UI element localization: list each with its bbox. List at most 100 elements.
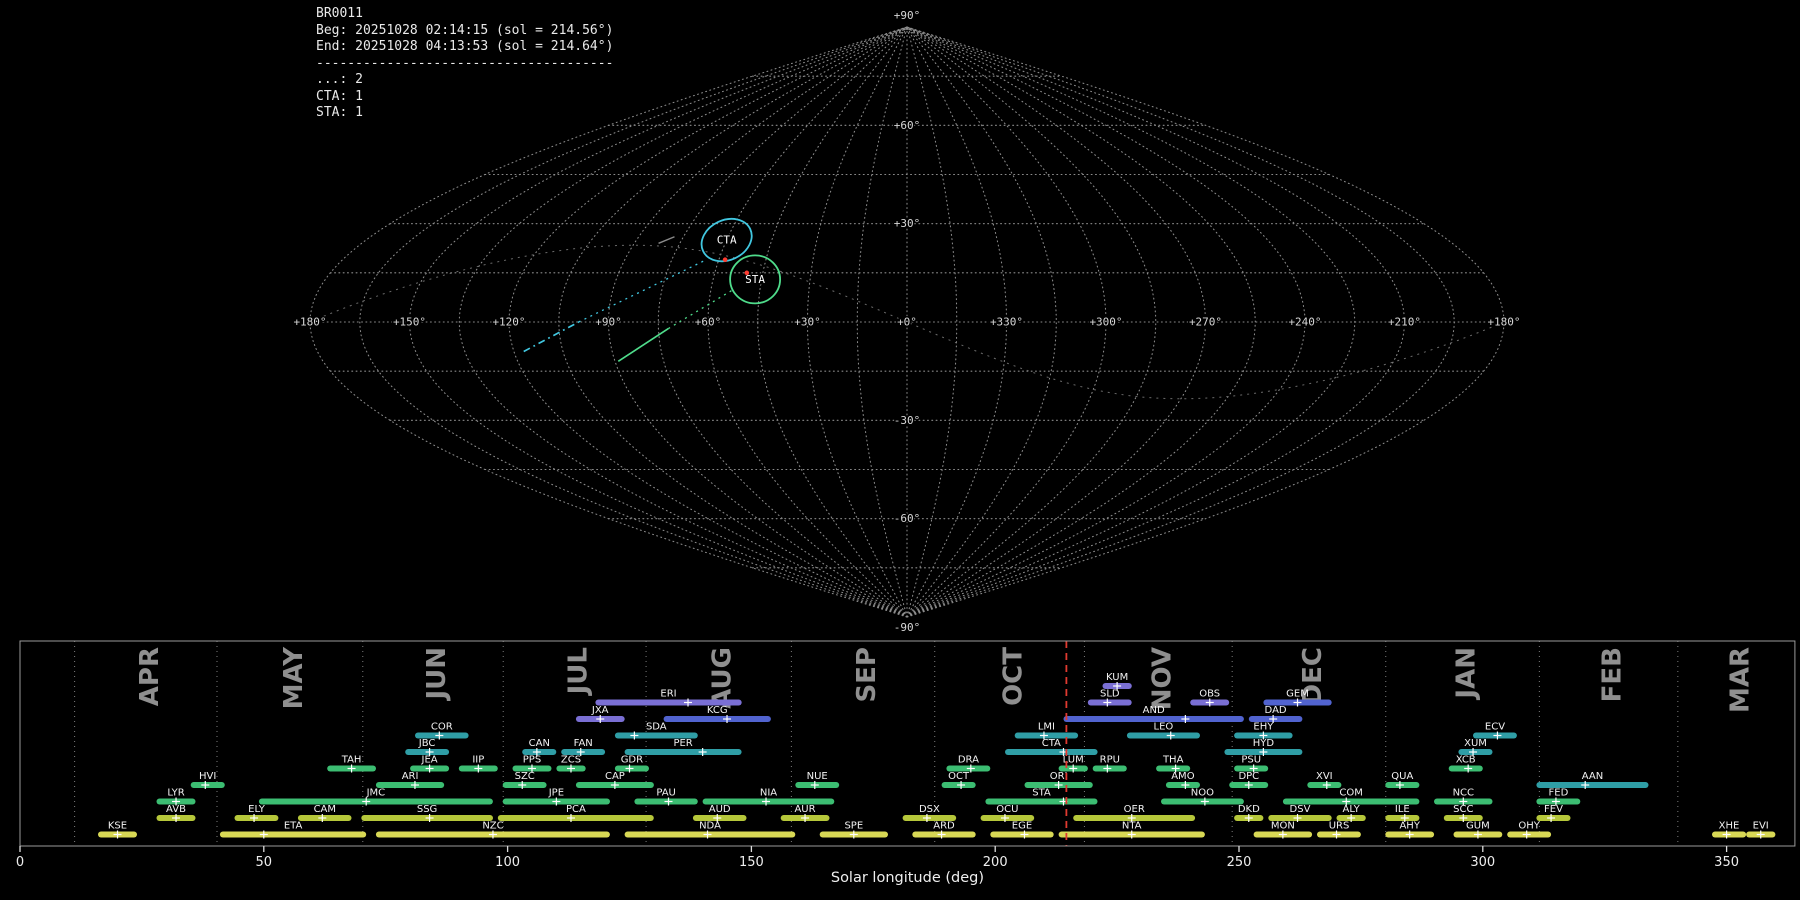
shower-label: NTA xyxy=(1122,821,1142,832)
meteor-trail-extension xyxy=(579,260,707,322)
shower-label: JPE xyxy=(548,788,564,799)
shower-label: JMC xyxy=(366,788,386,799)
shower-label: XCB xyxy=(1456,755,1476,766)
shower-label: FEV xyxy=(1544,804,1563,815)
month-label: JUL xyxy=(564,647,594,696)
shower-label: OER xyxy=(1124,804,1145,815)
shower-label: AND xyxy=(1143,705,1165,716)
shower-label: FED xyxy=(1549,788,1569,799)
sky-axis-labels: +180°+150°+120°+90°+60°+30°+0°+330°+300°… xyxy=(293,9,1520,634)
ra-label: +180° xyxy=(293,316,326,329)
shower-label: DKD xyxy=(1238,804,1260,815)
shower-label: SSG xyxy=(417,804,437,815)
ra-label: +270° xyxy=(1189,316,1222,329)
dec-label: -30° xyxy=(894,414,921,427)
tick-label: 150 xyxy=(739,855,764,870)
ra-label: +240° xyxy=(1288,316,1321,329)
shower-label: URS xyxy=(1329,821,1350,832)
meteor-monitor-screen: BR0011 Beg: 20251028 02:14:15 (sol = 214… xyxy=(0,0,1800,900)
shower-label: NUE xyxy=(807,771,828,782)
meteor-point xyxy=(745,271,750,276)
shower-label: THA xyxy=(1162,755,1184,766)
shower-label: TAH xyxy=(341,755,362,766)
shower-label: CAN xyxy=(529,738,550,749)
shower-label: OHY xyxy=(1518,821,1540,832)
month-label: FEB xyxy=(1598,647,1628,702)
shower-label: AHY xyxy=(1399,821,1420,832)
shower-label: ETA xyxy=(284,821,303,832)
shower-label: HYD xyxy=(1253,738,1275,749)
dec-label: -60° xyxy=(894,512,921,525)
shower-label: EHY xyxy=(1253,722,1274,733)
ra-label: +30° xyxy=(794,316,821,329)
shower-label: DPC xyxy=(1238,771,1259,782)
shower-label: LYR xyxy=(167,788,184,799)
shower-label: MON xyxy=(1271,821,1295,832)
tick-label: 250 xyxy=(1227,855,1252,870)
ra-label: +300° xyxy=(1089,316,1122,329)
shower-bar-kcg xyxy=(664,716,771,722)
shower-label: ORI xyxy=(1050,771,1068,782)
shower-label: ARD xyxy=(933,821,955,832)
meteor-trail xyxy=(524,322,579,352)
tick-label: 200 xyxy=(983,855,1008,870)
shower-label: COM xyxy=(1339,788,1362,799)
shower-label: CAM xyxy=(314,804,336,815)
shower-label: PPS xyxy=(523,755,541,766)
ra-label: +210° xyxy=(1388,316,1421,329)
shower-label: ILE xyxy=(1395,804,1410,815)
shower-label: XHE xyxy=(1719,821,1740,832)
shower-label: HVI xyxy=(199,771,216,782)
shower-label: OCT xyxy=(948,771,970,782)
shower-label: GEM xyxy=(1286,689,1309,700)
radiant-label: CTA xyxy=(717,234,737,247)
shower-label: SDA xyxy=(646,722,667,733)
shower-label: NIA xyxy=(760,788,777,799)
shower-label: GDR xyxy=(621,755,643,766)
radiant-map-and-activity-plot: +180°+150°+120°+90°+60°+30°+0°+330°+300°… xyxy=(0,0,1800,900)
shower-label: DSV xyxy=(1290,804,1311,815)
meteor-trail xyxy=(618,329,668,362)
tick-label: 350 xyxy=(1714,855,1739,870)
shower-label: SLD xyxy=(1100,689,1120,700)
shower-label: COR xyxy=(431,722,453,733)
month-label: NOV xyxy=(1147,647,1177,710)
dec-label: +30° xyxy=(894,217,921,230)
x-axis-title: Solar longitude (deg) xyxy=(831,870,984,886)
ra-label: +330° xyxy=(990,316,1023,329)
shower-label: KCG xyxy=(707,705,728,716)
shower-bar-pca xyxy=(498,815,654,821)
shower-label: ALY xyxy=(1342,804,1360,815)
shower-label: ECV xyxy=(1485,722,1505,733)
month-label: OCT xyxy=(999,647,1029,706)
month-label: JUN xyxy=(422,647,452,702)
shower-label: PSU xyxy=(1241,755,1261,766)
shower-label: RPU xyxy=(1100,755,1120,766)
ra-label: +120° xyxy=(492,316,525,329)
ra-label: +0° xyxy=(897,316,917,329)
tick-label: 300 xyxy=(1470,855,1495,870)
shower-label: EGE xyxy=(1012,821,1032,832)
shower-label: QUA xyxy=(1391,771,1413,782)
shower-label: STA xyxy=(1032,788,1051,799)
shower-label: SCC xyxy=(1453,804,1473,815)
shower-label: OCU xyxy=(996,804,1018,815)
shower-label: ARI xyxy=(402,771,419,782)
tick-label: 100 xyxy=(495,855,520,870)
shower-label: ERI xyxy=(660,689,676,700)
shower-label: SPE xyxy=(844,821,863,832)
shower-label: PER xyxy=(673,738,692,749)
shower-label: NOO xyxy=(1191,788,1214,799)
shower-label: JEA xyxy=(421,755,438,766)
dec-label: +60° xyxy=(894,119,921,132)
shower-label: IIP xyxy=(472,755,484,766)
shower-label: DRA xyxy=(958,755,979,766)
shower-label: AVB xyxy=(166,804,186,815)
shower-label: JBC xyxy=(418,738,436,749)
meteor-point xyxy=(723,257,728,262)
shower-label: ZCS xyxy=(561,755,581,766)
shower-label: KSE xyxy=(108,821,127,832)
shower-bar-leo xyxy=(1127,733,1200,739)
shower-label: KUM xyxy=(1106,672,1128,683)
month-label: APR xyxy=(135,647,165,706)
